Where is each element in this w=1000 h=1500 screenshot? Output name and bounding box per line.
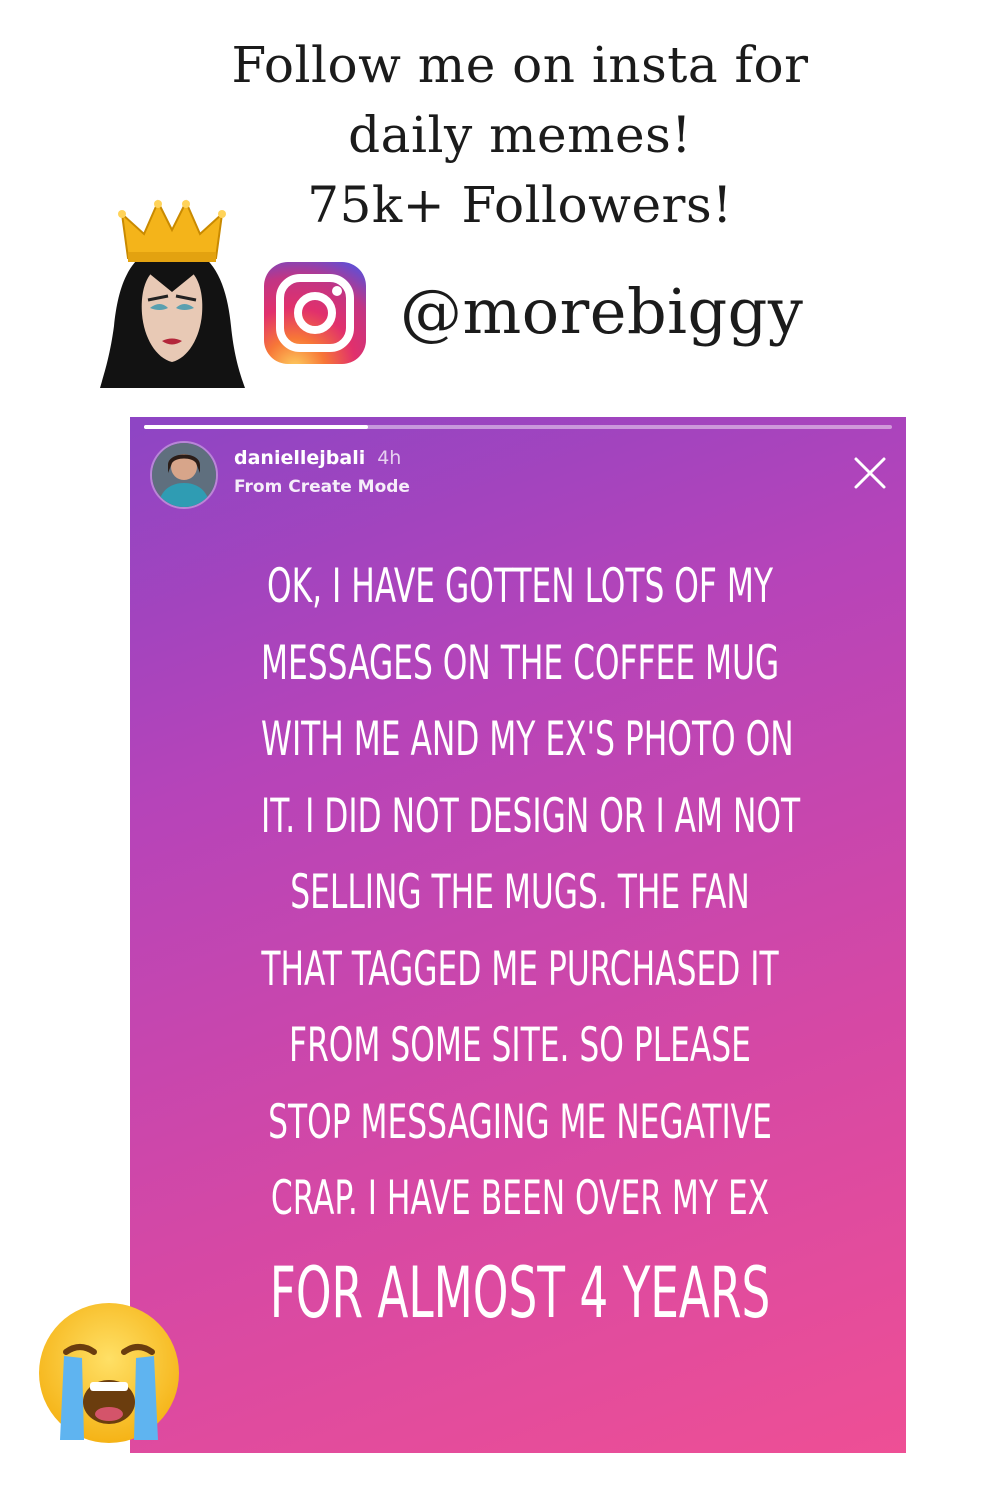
story-username[interactable]: daniellejbali: [234, 447, 365, 469]
story-subtitle: From Create Mode: [234, 477, 410, 497]
instagram-story: daniellejbali 4h From Create Mode OK, I H…: [130, 417, 906, 1453]
loudly-crying-face-emoji: [39, 1303, 179, 1443]
story-username-row[interactable]: daniellejbali 4h: [234, 447, 401, 469]
close-icon[interactable]: [852, 455, 888, 491]
story-progress-bar: [144, 425, 892, 429]
story-text-line: SELLING THE MUGS. THE FAN: [290, 865, 750, 920]
avatar[interactable]: [150, 441, 218, 509]
story-text-line: IT. I DID NOT DESIGN OR I AM NOT: [261, 788, 801, 844]
story-time-ago: 4h: [377, 447, 402, 469]
story-text-line: WITH ME AND MY EX'S PHOTO ON: [261, 712, 794, 767]
instagram-handle[interactable]: @morebiggy: [400, 272, 803, 352]
instagram-icon: [264, 262, 366, 364]
promo-line-2: daily memes!: [348, 106, 692, 164]
story-progress-fill: [144, 425, 369, 429]
story-text-line: MESSAGES ON THE COFFEE MUG: [261, 635, 780, 691]
story-text-line: OK, I HAVE GOTTEN LOTS OF MY: [267, 559, 773, 614]
evil-queen-emoji: [100, 199, 245, 388]
story-text-line: FROM SOME SITE. SO PLEASE: [289, 1018, 751, 1073]
promo-line-1: Follow me on insta for: [231, 36, 809, 94]
story-text-final-line: FOR ALMOST 4 YEARS: [269, 1251, 771, 1334]
story-text-line: STOP MESSAGING ME NEGATIVE: [268, 1094, 772, 1150]
story-text-line: CRAP. I HAVE BEEN OVER MY EX: [270, 1171, 770, 1226]
story-message: OK, I HAVE GOTTEN LOTS OF MY MESSAGES ON…: [170, 549, 870, 1348]
story-text-line: THAT TAGGED ME PURCHASED IT: [261, 941, 779, 997]
